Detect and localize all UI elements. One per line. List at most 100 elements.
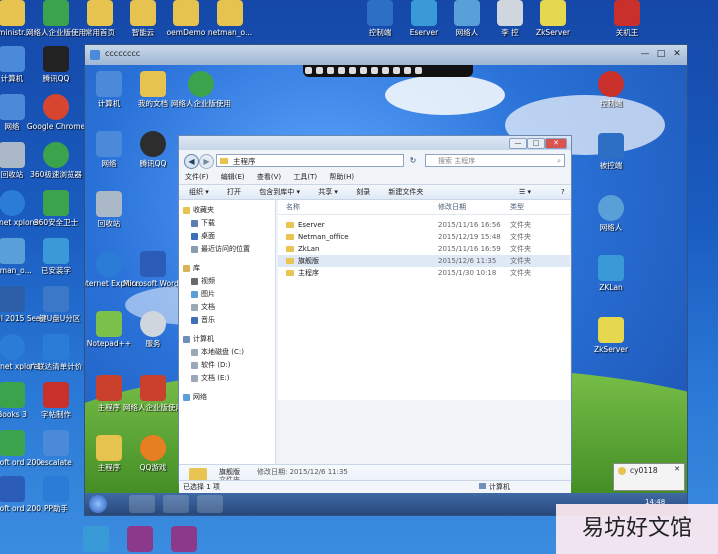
network-person-icon (598, 195, 624, 221)
new-folder-button[interactable]: 新建文件夹 (388, 188, 423, 196)
file-row[interactable]: 主程序 2015/1/30 10:18 文件夹 (278, 267, 570, 279)
menu-edit[interactable]: 编辑(E) (221, 173, 245, 181)
remote-control-toolbar[interactable] (303, 65, 473, 77)
nav-drive-c[interactable]: 本地磁盘 (C:) (179, 346, 275, 359)
remote-icon-tutorial-rar[interactable]: 网络人企业版使用教程 (123, 375, 183, 412)
taskbar-app[interactable] (197, 495, 223, 513)
nav-music[interactable]: 音乐 (179, 314, 275, 327)
toolbar-chat-icon[interactable] (371, 67, 378, 74)
host-icon-360safe[interactable]: 360安全卫士 (26, 190, 86, 227)
nav-favorites[interactable]: 收藏夹 (179, 204, 275, 217)
toolbar-settings-icon[interactable] (327, 67, 334, 74)
explorer-titlebar[interactable]: — □ ✕ (179, 136, 571, 150)
toolbar-camera-icon[interactable] (382, 67, 389, 74)
column-date[interactable]: 修改日期 (438, 200, 466, 214)
host-icon-escalate[interactable]: escalate (26, 430, 86, 467)
burn-button[interactable]: 刻录 (356, 188, 370, 196)
remote-icon-word[interactable]: Microsoft Word 2003 (123, 251, 183, 288)
host-icon-bottom-3[interactable] (154, 526, 214, 554)
menu-file[interactable]: 文件(F) (185, 173, 209, 181)
start-button[interactable] (89, 495, 107, 513)
file-row[interactable]: Eserver 2015/11/16 16:56 文件夹 (278, 219, 570, 231)
nav-drive-d[interactable]: 软件 (D:) (179, 359, 275, 372)
taskbar-explorer[interactable] (163, 495, 189, 513)
close-button[interactable]: ✕ (671, 48, 683, 60)
nav-drive-e[interactable]: 文档 (E:) (179, 372, 275, 385)
address-bar[interactable]: 主程序 (216, 154, 404, 167)
login-notification[interactable]: cy0118 ✕ (613, 463, 685, 491)
remote-icon-controller[interactable]: 控制端 (581, 71, 641, 108)
open-button[interactable]: 打开 (227, 188, 241, 196)
desktop-icon-netman[interactable]: netman_o... (200, 0, 260, 37)
explorer-minimize-button[interactable]: — (509, 138, 527, 149)
host-icon-usb[interactable]: 一键U盘U分区 (26, 286, 86, 323)
remote-icon-zkserver[interactable]: ZkServer (581, 317, 641, 354)
nav-desktop[interactable]: 桌面 (179, 230, 275, 243)
remote-window-titlebar[interactable]: cccccccc — □ ✕ (85, 45, 687, 65)
toolbar-file-icon[interactable] (360, 67, 367, 74)
toolbar-fullscreen-icon[interactable] (404, 67, 411, 74)
folder-icon (96, 435, 122, 461)
nav-libraries[interactable]: 库 (179, 262, 275, 275)
host-icon-qq[interactable]: 腾讯QQ (26, 46, 86, 83)
menu-tools[interactable]: 工具(T) (293, 173, 317, 181)
remote-icon-services[interactable]: 服务 (123, 311, 183, 348)
remote-desktop-area[interactable]: 计算机 我的文档 网络人企业版使用教程 网络 腾讯QQ 回收站 Internet… (85, 65, 687, 515)
host-icon-installed[interactable]: 已安装字 (26, 238, 86, 275)
notification-close-icon[interactable]: ✕ (674, 465, 680, 473)
toolbar-record-icon[interactable] (393, 67, 400, 74)
remote-icon-tutorial[interactable]: 网络人企业版使用教程 (171, 71, 231, 108)
organize-button[interactable]: 组织 ▾ (189, 188, 209, 196)
file-list: 名称 修改日期 类型 Eserver 2015/11/16 16:56 文件夹 … (278, 200, 570, 400)
nav-downloads[interactable]: 下载 (179, 217, 275, 230)
folder-icon (286, 258, 294, 264)
remote-icon-qq[interactable]: 腾讯QQ (123, 131, 183, 168)
menu-view[interactable]: 查看(V) (257, 173, 281, 181)
nav-videos[interactable]: 视频 (179, 275, 275, 288)
explorer-maximize-button[interactable]: □ (527, 138, 545, 149)
host-icon-chrome[interactable]: Google Chrome (26, 94, 86, 131)
column-type[interactable]: 类型 (510, 200, 524, 214)
remote-icon-controlled[interactable]: 被控端 (581, 133, 641, 170)
remote-icon-qqgame[interactable]: QQ游戏 (123, 435, 183, 472)
host-icon-pp[interactable]: PP助手 (26, 476, 86, 513)
nav-pictures[interactable]: 图片 (179, 288, 275, 301)
drive-icon (191, 362, 198, 369)
toolbar-pin-icon[interactable] (305, 67, 312, 74)
back-button[interactable]: ◀ (184, 154, 199, 169)
nav-network[interactable]: 网络 (179, 391, 275, 404)
column-name[interactable]: 名称 (286, 200, 300, 214)
host-icon-glodon[interactable]: 广联达清单计价 (26, 334, 86, 371)
search-input[interactable]: 搜索 主程序 ⌕ (425, 154, 565, 167)
view-options-icon[interactable]: ☰ ▾ (519, 185, 531, 199)
remote-desktop-window[interactable]: cccccccc — □ ✕ 计算机 我的文档 网络人企业版使用教程 网络 腾讯… (84, 44, 688, 516)
refresh-icon[interactable]: ↻ (406, 154, 420, 167)
forward-button[interactable]: ▶ (199, 154, 214, 169)
taskbar-ie[interactable] (129, 495, 155, 513)
toolbar-keyboard-icon[interactable] (338, 67, 345, 74)
nav-recent[interactable]: 最近访问的位置 (179, 243, 275, 256)
minimize-button[interactable]: — (639, 48, 651, 60)
menu-help[interactable]: 帮助(H) (329, 173, 354, 181)
include-library-button[interactable]: 包含到库中 ▾ (259, 188, 300, 196)
host-icon-360browser[interactable]: 360极速浏览器 (26, 142, 86, 179)
desktop-icon-zkserver[interactable]: ZkServer (523, 0, 583, 37)
help-icon[interactable]: ? (561, 185, 565, 199)
maximize-button[interactable]: □ (655, 48, 667, 60)
nav-computer[interactable]: 计算机 (179, 333, 275, 346)
remote-icon-netman[interactable]: 网络人 (581, 195, 641, 232)
toolbar-exit-icon[interactable] (415, 67, 422, 74)
host-icon-copybook[interactable]: 字帖制作 (26, 382, 86, 419)
file-row[interactable]: Netman_office 2015/12/19 15:48 文件夹 (278, 231, 570, 243)
share-button[interactable]: 共享 ▾ (318, 188, 338, 196)
toolbar-screen-icon[interactable] (349, 67, 356, 74)
file-row[interactable]: ZkLan 2015/11/16 16:59 文件夹 (278, 243, 570, 255)
nav-documents[interactable]: 文档 (179, 301, 275, 314)
explorer-close-button[interactable]: ✕ (545, 138, 567, 149)
file-row-selected[interactable]: 旗舰版 2015/12/6 11:35 文件夹 (278, 255, 570, 267)
remote-icon-zklan[interactable]: ZKLan (581, 255, 641, 292)
desktop-icon-shutdown[interactable]: 关机王 (597, 0, 657, 37)
explorer-window[interactable]: — □ ✕ ◀ ▶ 主程序 ↻ 搜索 主程序 ⌕ 文件(F) 编辑(E) 查看(… (178, 135, 572, 493)
remote-icon-recycle[interactable]: 回收站 (85, 191, 139, 228)
toolbar-refresh-icon[interactable] (316, 67, 323, 74)
